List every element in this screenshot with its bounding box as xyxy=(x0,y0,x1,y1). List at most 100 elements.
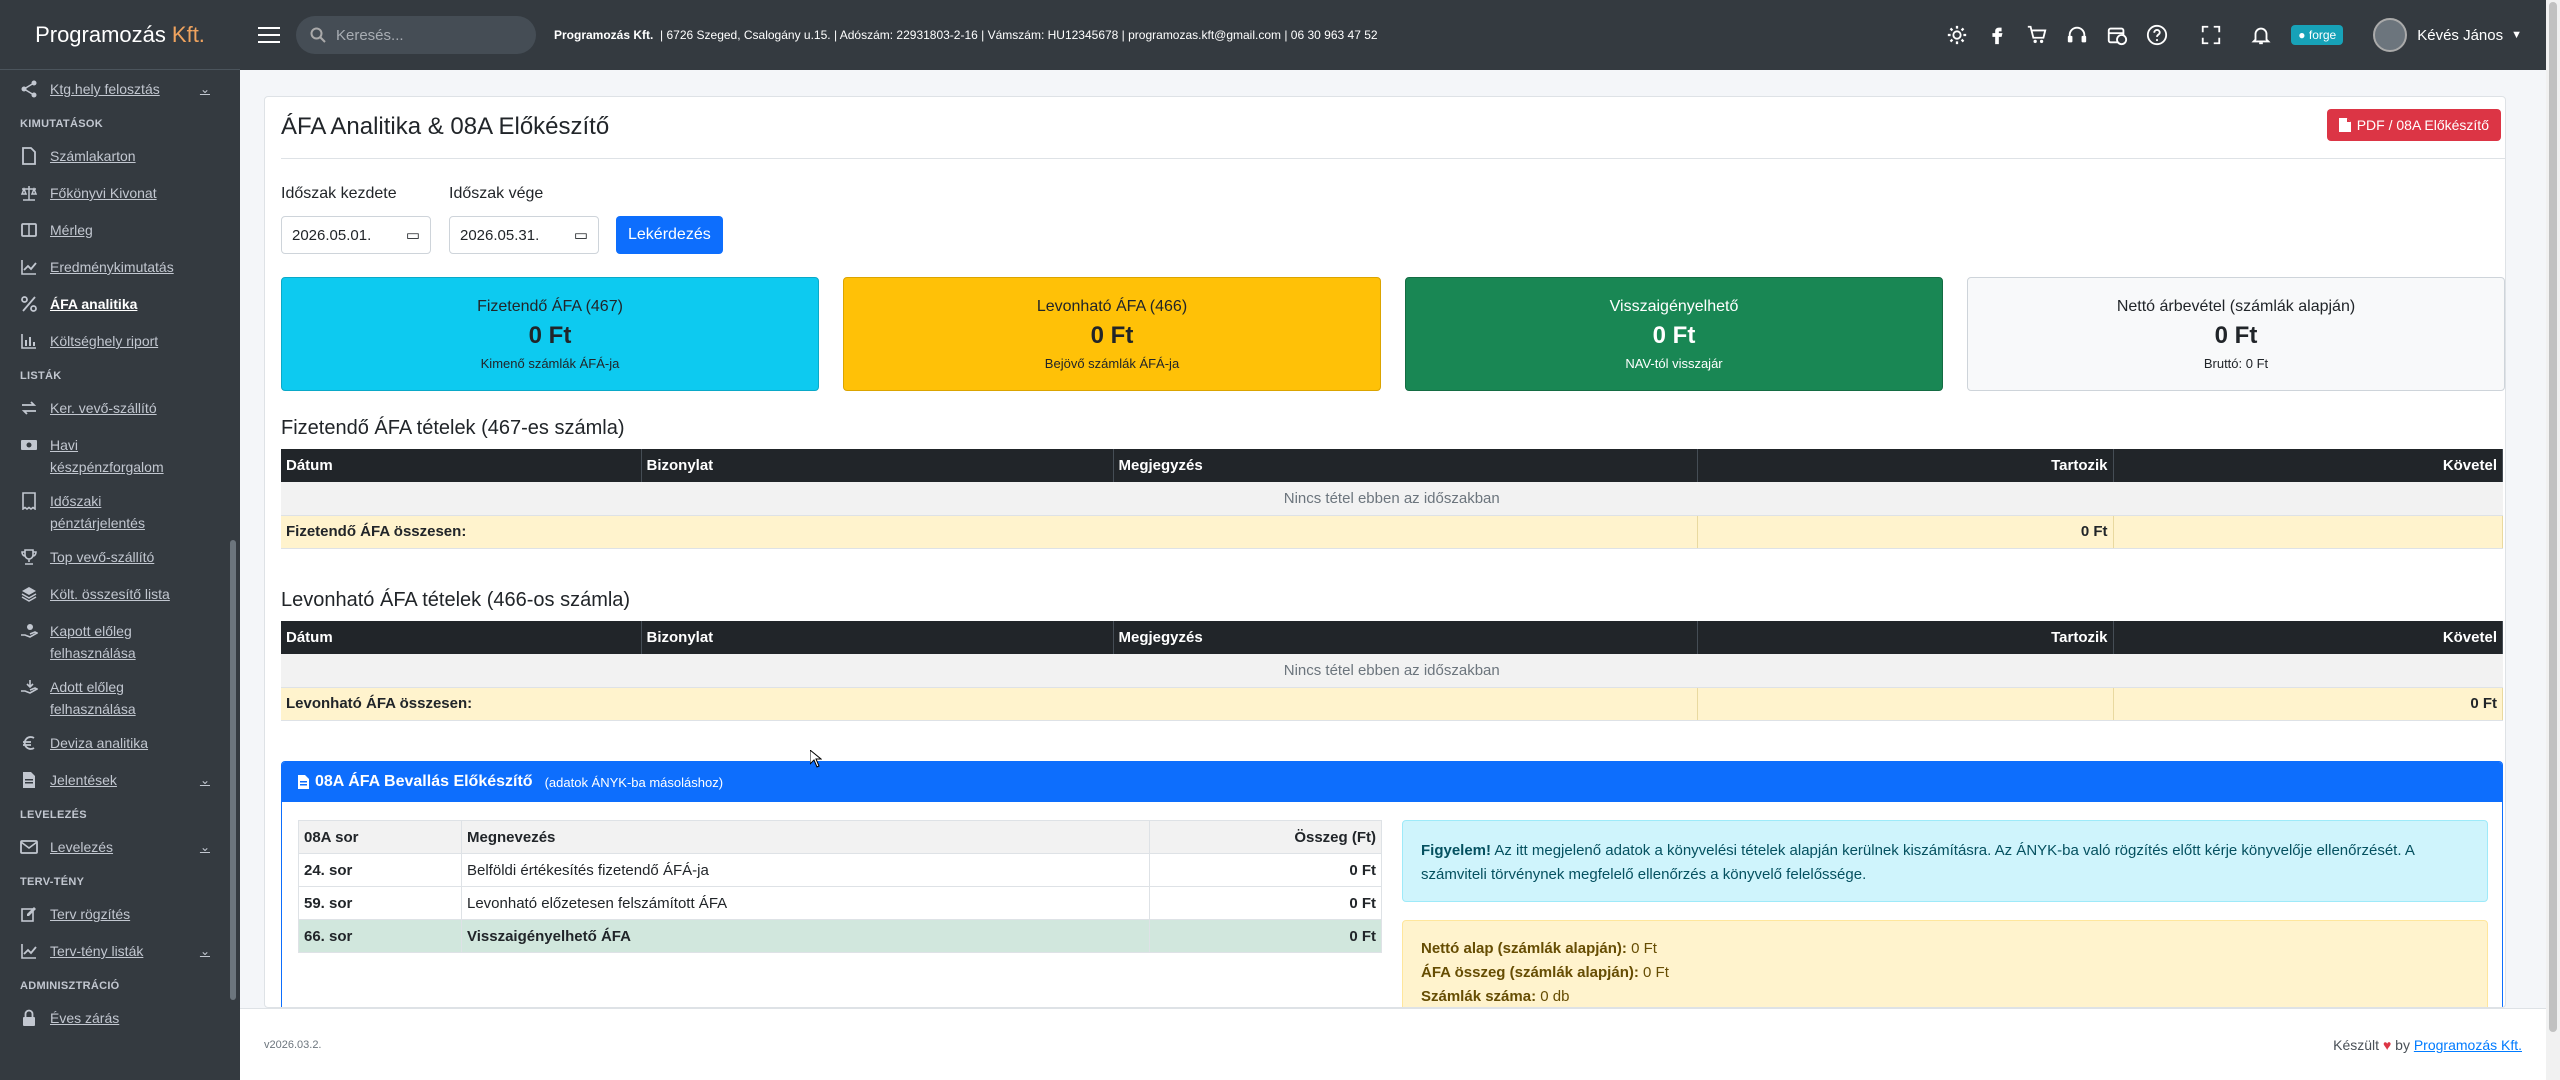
facebook-icon[interactable] xyxy=(1977,15,2017,55)
sum-tartozik xyxy=(1697,687,2114,721)
sidebar-item[interactable]: Jelentések ⌄ xyxy=(0,763,230,800)
sidebar-item[interactable]: Adott előleg felhasználása xyxy=(0,670,230,726)
brand-accent: Kft. xyxy=(171,21,205,47)
sidebar-section-header: TERV-TÉNY xyxy=(20,876,85,888)
sidebar-item-label: Eredménykimutatás xyxy=(50,259,174,275)
start-date-label: Időszak kezdete xyxy=(281,185,397,202)
edit-icon xyxy=(20,905,38,923)
user-menu[interactable]: Kévés János ▼ xyxy=(2373,18,2522,52)
end-date-input[interactable]: 2026.05.31. ▭ xyxy=(449,216,599,254)
search-input[interactable] xyxy=(336,26,516,44)
cart-icon[interactable] xyxy=(2017,15,2057,55)
brand-logo[interactable]: Programozás Kft. xyxy=(0,0,240,70)
exchange-icon xyxy=(20,399,38,417)
query-button[interactable]: Lekérdezés xyxy=(616,216,723,254)
calendar-icon[interactable]: ▭ xyxy=(574,226,588,244)
heart-icon: ♥ xyxy=(2382,1036,2392,1053)
table-466-heading: Levonható ÁFA tételek (466-os számla) xyxy=(281,589,631,611)
chevron-down-icon[interactable]: ⌄ xyxy=(200,769,210,791)
by-label: by xyxy=(2395,1036,2410,1053)
made-label: Készült xyxy=(2333,1036,2380,1053)
sidebar-item-label: Éves zárás xyxy=(50,1010,120,1026)
line-chart-icon xyxy=(20,942,38,960)
company-link[interactable]: Programozás Kft. xyxy=(2414,1037,2522,1053)
calendar-icon[interactable]: ▭ xyxy=(406,226,420,244)
netto-line: Nettó alap (számlák alapján): 0 Ft xyxy=(1421,937,2469,961)
sidebar-item[interactable]: Főkönyvi Kivonat xyxy=(0,176,230,213)
chevron-down-icon[interactable]: ⌄ xyxy=(200,836,210,858)
card-value: 0 Ft xyxy=(1090,321,1134,349)
sum-label: Fizetendő ÁFA összesen: xyxy=(281,515,1698,549)
hand-holding-icon xyxy=(20,622,39,640)
support-headset-icon[interactable] xyxy=(2057,15,2097,55)
table-row: 24. sor Belföldi értékesítés fizetendő Á… xyxy=(298,853,1382,887)
start-date-input[interactable]: 2026.05.01. ▭ xyxy=(281,216,431,254)
sidebar-item[interactable]: Kapott előleg felhasználása xyxy=(0,614,230,670)
sidebar-scrollbar[interactable] xyxy=(230,540,236,1000)
search-box xyxy=(296,16,536,54)
sidebar-item[interactable]: Ker. vevő-szállító xyxy=(0,391,230,428)
sidebar-item[interactable]: Eredménykimutatás xyxy=(0,250,230,287)
sidebar-item[interactable]: Mérleg xyxy=(0,213,230,250)
netto-value: 0 Ft xyxy=(1626,940,1657,957)
sidebar-item[interactable]: Deviza analitika xyxy=(0,726,230,763)
help-question-icon[interactable] xyxy=(2137,15,2177,55)
sidebar-item[interactable]: Top vevő-szállító xyxy=(0,540,230,577)
scrollbar-thumb[interactable] xyxy=(2549,2,2557,1032)
col-08a-sor: 08A sor xyxy=(298,820,462,854)
col-kovetel[interactable]: Követel xyxy=(2113,449,2503,482)
sidebar-item[interactable]: Költ. összesítő lista xyxy=(0,577,230,614)
sidebar: Programozás Kft. Ktg.hely felosztás ⌄ KIMUT… xyxy=(0,0,240,1080)
row-sor: 66. sor xyxy=(298,919,462,953)
col-megnevezes: Megnevezés xyxy=(461,820,1150,854)
settings-gear-icon[interactable] xyxy=(1937,15,1977,55)
share-icon xyxy=(20,80,38,98)
sidebar-item[interactable]: ÁFA analitika xyxy=(0,287,230,324)
col-tartozik[interactable]: Tartozik xyxy=(1697,449,2114,482)
sidebar-item[interactable]: Éves zárás xyxy=(0,1001,230,1038)
forge-label: forge xyxy=(2308,28,2337,42)
page-scrollbar[interactable] xyxy=(2546,0,2560,1080)
card-subtitle: Bruttó: 0 Ft xyxy=(2203,355,2269,371)
afa-value: 0 Ft xyxy=(1638,964,1669,981)
row-amount: 0 Ft xyxy=(1149,886,1382,920)
sidebar-item[interactable]: Számlakarton xyxy=(0,139,230,176)
fullscreen-icon[interactable] xyxy=(2191,15,2231,55)
hand-give-icon xyxy=(20,678,39,696)
sidebar-section-header: LISTÁK xyxy=(20,370,62,382)
summary-box: Nettó alap (számlák alapján): 0 Ft ÁFA ö… xyxy=(1402,920,2488,1007)
footer: v2026.03.2. Készült ♥ by Programozás Kft… xyxy=(240,1008,2546,1080)
chevron-down-icon[interactable]: ⌄ xyxy=(200,940,210,962)
pdf-08a-button[interactable]: PDF / 08A Előkészítő xyxy=(2326,109,2501,141)
sidebar-item[interactable]: Levelezés ⌄ xyxy=(0,830,230,867)
sidebar-item[interactable]: Terv-tény listák ⌄ xyxy=(0,934,230,971)
col-datum[interactable]: Dátum xyxy=(281,449,642,482)
col-megjegyzes[interactable]: Megjegyzés xyxy=(1113,621,1698,654)
row-sor: 24. sor xyxy=(298,853,462,887)
card-title: Levonható ÁFA (466) xyxy=(1036,297,1188,315)
sidebar-item[interactable]: Költséghely riport xyxy=(0,324,230,361)
bell-notification-icon[interactable] xyxy=(2241,15,2281,55)
sidebar-item[interactable]: Ktg.hely felosztás ⌄ xyxy=(0,72,230,109)
col-tartozik[interactable]: Tartozik xyxy=(1697,621,2114,654)
card-subtitle: Bejövő számlák ÁFÁ-ja xyxy=(1044,355,1180,371)
file-icon xyxy=(20,147,38,165)
chevron-down-icon[interactable]: ⌄ xyxy=(200,78,210,100)
sidebar-item[interactable]: Havi készpénzforgalom xyxy=(0,428,230,484)
col-kovetel[interactable]: Követel xyxy=(2113,621,2503,654)
calendar-clock-icon[interactable] xyxy=(2097,15,2137,55)
col-megjegyzes[interactable]: Megjegyzés xyxy=(1113,449,1698,482)
made-by: Készült ♥ by Programozás Kft. xyxy=(2333,1037,2522,1053)
sidebar-item-label: Kapott előleg felhasználása xyxy=(50,623,136,661)
sidebar-item-label: Terv rögzítés xyxy=(50,906,131,922)
sidebar-item[interactable]: Terv rögzítés xyxy=(0,897,230,934)
hamburger-menu-icon[interactable] xyxy=(256,22,282,48)
topbar: Programozás Kft. | 6726 Szeged, Csalogán… xyxy=(240,0,2546,70)
col-bizonylat[interactable]: Bizonylat xyxy=(641,449,1114,482)
col-datum[interactable]: Dátum xyxy=(281,621,642,654)
sidebar-item-label: ÁFA analitika xyxy=(50,296,138,312)
sidebar-item[interactable]: Időszaki pénztárjelentés xyxy=(0,484,230,540)
forge-badge[interactable]: ● forge xyxy=(2291,25,2344,45)
col-bizonylat[interactable]: Bizonylat xyxy=(641,621,1114,654)
search-icon xyxy=(310,27,326,43)
